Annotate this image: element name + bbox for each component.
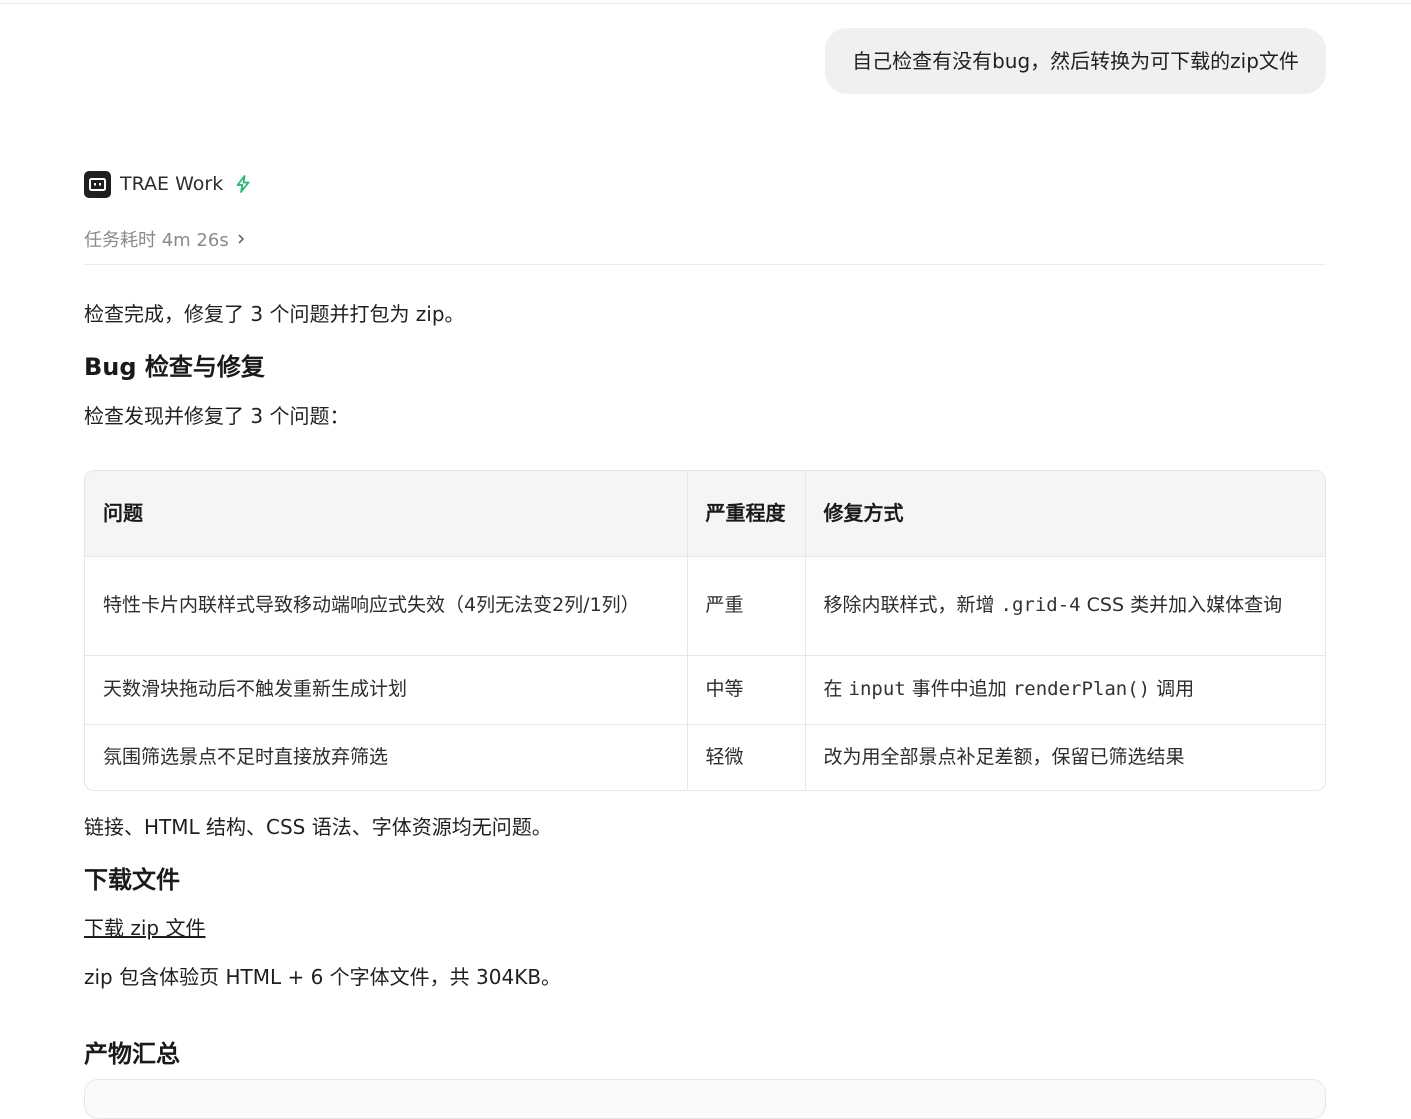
cell-fix: 改为用全部景点补足差额，保留已筛选结果 — [823, 745, 1185, 768]
cell-issue: 氛围筛选景点不足时直接放弃筛选 — [85, 724, 688, 790]
top-divider — [0, 3, 1411, 4]
inline-code: .grid-4 — [1000, 594, 1081, 616]
header-divider — [84, 264, 1326, 265]
trae-logo-icon — [84, 170, 111, 198]
inline-code: renderPlan() — [1012, 678, 1151, 700]
cell-severity: 中等 — [687, 655, 806, 725]
task-duration-text: 任务耗时 4m 26s — [84, 230, 229, 251]
section-title-download: 下载文件 — [84, 866, 180, 894]
cell-issue: 特性卡片内联样式导致移动端响应式失效（4列无法变2列/1列） — [85, 556, 688, 656]
table-header-row: 问题 严重程度 修复方式 — [85, 471, 1325, 557]
section-title-summary: 产物汇总 — [84, 1040, 180, 1068]
table-row: 特性卡片内联样式导致移动端响应式失效（4列无法变2列/1列） 严重 移除内联样式… — [85, 556, 1325, 656]
after-table-text: 链接、HTML 结构、CSS 语法、字体资源均无问题。 — [84, 815, 552, 839]
cell-severity: 严重 — [687, 556, 806, 656]
agent-identity: TRAE Work — [84, 170, 1326, 198]
download-note-text: zip 包含体验页 HTML + 6 个字体文件，共 304KB。 — [84, 965, 562, 989]
bug-fix-table: 问题 严重程度 修复方式 特性卡片内联样式导致移动端响应式失效（4列无法变2列/… — [84, 470, 1326, 791]
artifact-summary-card — [84, 1079, 1326, 1119]
header-severity: 严重程度 — [687, 471, 806, 557]
table-row: 天数滑块拖动后不触发重新生成计划 中等 在 input 事件中追加 render… — [85, 655, 1325, 725]
cell-fix: 移除内联样式，新增 .grid-4 CSS 类并加入媒体查询 — [805, 556, 1325, 656]
header-fix: 修复方式 — [805, 471, 1325, 557]
cell-severity: 轻微 — [687, 724, 806, 790]
cell-issue: 天数滑块拖动后不触发重新生成计划 — [85, 655, 688, 725]
user-message-text: 自己检查有没有bug，然后转换为可下载的zip文件 — [852, 49, 1299, 73]
lightning-bolt-icon — [235, 175, 251, 193]
agent-response-header: TRAE Work 任务耗时 4m 26s — [84, 170, 1326, 265]
task-duration-toggle[interactable]: 任务耗时 4m 26s — [84, 224, 1326, 254]
table-row: 氛围筛选景点不足时直接放弃筛选 轻微 改为用全部景点补足差额，保留已筛选结果 — [85, 724, 1325, 790]
inline-code: input — [848, 678, 906, 700]
user-message-bubble: 自己检查有没有bug，然后转换为可下载的zip文件 — [825, 28, 1326, 94]
bug-intro-text: 检查发现并修复了 3 个问题： — [84, 404, 350, 428]
download-zip-link[interactable]: 下载 zip 文件 — [84, 912, 205, 941]
intro-text: 检查完成，修复了 3 个问题并打包为 zip。 — [84, 302, 465, 326]
chevron-right-icon — [237, 233, 245, 245]
header-issue: 问题 — [85, 471, 688, 557]
agent-name: TRAE Work — [120, 173, 224, 195]
section-title-bug: Bug 检查与修复 — [84, 353, 265, 381]
cell-fix: 在 input 事件中追加 renderPlan() 调用 — [805, 655, 1325, 725]
